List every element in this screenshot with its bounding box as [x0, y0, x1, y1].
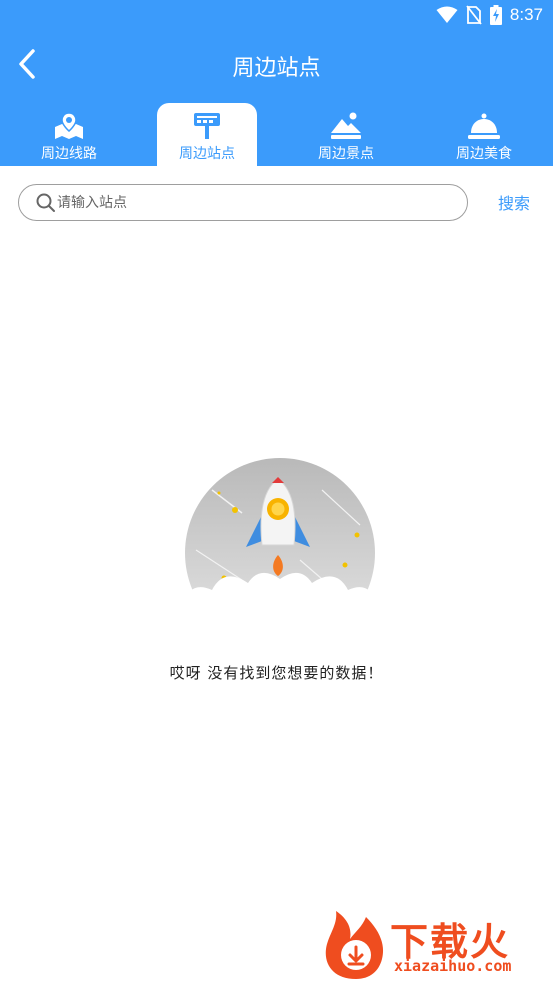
rocket-illustration	[182, 458, 378, 645]
tab-nearby-stops[interactable]: 周边站点	[157, 103, 257, 166]
tab-label: 周边美食	[456, 146, 512, 162]
status-icons: 8:37	[436, 4, 543, 26]
tab-label: 周边站点	[179, 146, 235, 162]
search-icon	[36, 193, 55, 212]
scenery-icon	[331, 112, 361, 139]
food-cloche-icon	[468, 113, 500, 139]
map-route-icon	[55, 112, 83, 139]
flame-logo-icon	[325, 911, 384, 979]
tab-nearby-food[interactable]: 周边美食	[434, 103, 534, 166]
search-button[interactable]: 搜索	[484, 190, 544, 216]
tab-bar: 周边线路 周边站点 周边景点 周边美食	[0, 98, 553, 166]
status-time: 8:37	[509, 5, 543, 24]
bus-stop-sign-icon	[194, 113, 220, 139]
wifi-icon	[436, 6, 458, 23]
search-box	[18, 184, 468, 221]
app-bar: 周边站点	[0, 30, 553, 98]
tab-nearby-scenery[interactable]: 周边景点	[296, 103, 396, 166]
tab-nearby-routes[interactable]: 周边线路	[19, 103, 119, 166]
tab-label: 周边景点	[318, 146, 374, 162]
search-input[interactable]	[57, 191, 457, 215]
watermark-url: xiazaihuo.com	[394, 957, 512, 975]
page-title: 周边站点	[232, 56, 321, 81]
watermark-logo: 下载火 xiazaihuo.com	[322, 905, 553, 983]
battery-charging-icon	[489, 5, 502, 25]
tab-label: 周边线路	[41, 146, 97, 162]
no-sim-icon	[466, 5, 482, 25]
empty-message: 哎呀 没有找到您想要的数据！	[169, 664, 384, 682]
status-bar: 8:37	[0, 0, 553, 30]
